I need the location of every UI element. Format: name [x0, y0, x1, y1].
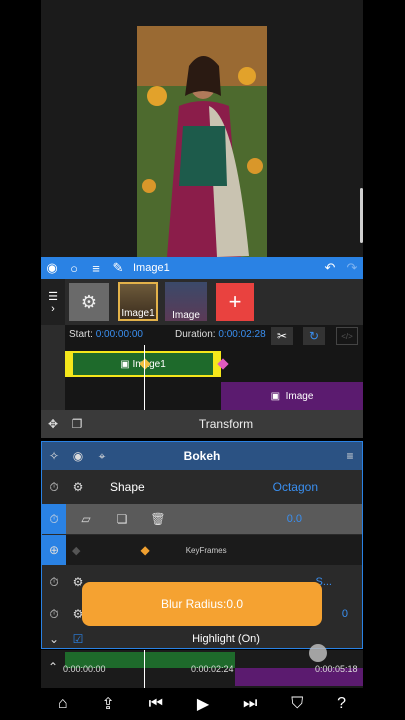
layer-menu-button[interactable]: ☰ ›	[41, 279, 65, 325]
highlight-label: Highlight (On)	[192, 633, 260, 645]
timeline[interactable]: Start: 0:00:00:00 Duration: 0:00:02:28 ✂…	[41, 325, 363, 410]
graph-icon[interactable]: ▱	[74, 512, 98, 526]
keyframes-label: KeyFrames	[185, 545, 227, 555]
clip-label: Image	[285, 390, 314, 402]
bookmark-icon[interactable]: ⛉	[291, 695, 303, 713]
split-button[interactable]: </>	[336, 327, 358, 345]
shape-value[interactable]: Octagon	[273, 480, 318, 494]
loop-icon: ↻	[308, 329, 320, 343]
duration-value[interactable]: 0:00:02:28	[218, 329, 265, 340]
overview-timeline[interactable]: ⌃ 0:00:00:00 0:00:02:24 0:00:05:18	[41, 644, 363, 688]
toast-text: Blur Radius:0.0	[160, 597, 244, 611]
project-title[interactable]: Image1	[133, 262, 170, 274]
gear-icon: ⚙	[72, 480, 84, 494]
settings-button[interactable]: ⚙	[69, 283, 109, 321]
keyframe-marker[interactable]: ◆	[140, 543, 149, 557]
add-keyframe-icon[interactable]: ⊕	[42, 535, 66, 565]
shape-label: Shape	[110, 480, 145, 494]
keyframe-toolbar: ⏱ ▱ ❏ 🗑 0.0	[42, 504, 362, 534]
stopwatch-icon[interactable]: ⏱	[42, 575, 66, 590]
clip-image[interactable]: ▣ Image	[221, 382, 363, 410]
preview-image[interactable]	[137, 26, 267, 257]
code-icon: </>	[341, 331, 353, 341]
keyframe-value[interactable]: 0.0	[287, 513, 302, 525]
diamond-icon: ◆	[72, 544, 81, 557]
effect-header: ✧ ◉ ⌖ Bokeh ≡	[42, 442, 362, 470]
chevron-up-icon[interactable]: ⌃	[41, 660, 65, 674]
add-layer-button[interactable]: +	[216, 283, 254, 321]
shape-row[interactable]: ⏱ ⚙ Shape Octagon	[42, 472, 362, 502]
stopwatch-icon[interactable]: ⏱	[42, 607, 66, 622]
export-icon[interactable]: ⇪	[101, 694, 114, 714]
time-label: 0:00:00:00	[63, 664, 106, 674]
chevron-down-icon[interactable]: ⌄	[42, 632, 66, 646]
cut-button[interactable]: ✂	[271, 327, 293, 345]
overview-playhead[interactable]	[144, 650, 145, 688]
preview-scrollbar[interactable]	[360, 188, 363, 243]
redo-icon[interactable]: ↷	[341, 257, 363, 279]
pencil-icon[interactable]: ✎	[107, 257, 129, 279]
checkbox-icon[interactable]: ☑	[66, 632, 90, 646]
stopwatch-icon[interactable]: ⏱	[42, 504, 66, 534]
scissors-icon: ✂	[276, 329, 288, 343]
layer-thumb-image1[interactable]: Image1	[118, 282, 158, 321]
duration-label: Duration:	[175, 329, 216, 340]
trash-icon[interactable]: 🗑	[146, 512, 170, 526]
bottom-nav: ⌂ ⇪ ⏮ ▶ ⏭ ⛉ ?	[41, 688, 363, 720]
layers-icon[interactable]: ❐	[65, 417, 89, 431]
timeline-left-strip	[41, 325, 65, 410]
keyframes-row[interactable]: ⊕ ◆ ◆ KeyFrames	[42, 535, 362, 565]
blur-radius-toast: Blur Radius:0.0	[82, 582, 322, 626]
move-icon[interactable]: ✥	[41, 417, 65, 431]
transform-bar[interactable]: ✥ ❐ Transform	[41, 410, 363, 438]
effect-title: Bokeh	[183, 449, 221, 463]
plus-icon: +	[228, 289, 242, 314]
transform-title: Transform	[198, 417, 254, 431]
time-label: 0:00:05:18	[315, 664, 358, 674]
help-icon[interactable]: ?	[337, 695, 346, 713]
playhead[interactable]	[144, 345, 145, 410]
start-label: Start:	[69, 329, 93, 340]
param-value[interactable]: 0	[342, 608, 348, 620]
copy-icon[interactable]: ❏	[110, 512, 134, 526]
duration-readout: Duration: 0:00:02:28	[175, 329, 266, 340]
start-value[interactable]: 0:00:00:00	[96, 329, 143, 340]
layer-row: ☰ › ⚙ Image1 Image +	[41, 279, 363, 325]
layer-thumb-image[interactable]: Image	[165, 282, 207, 321]
stopwatch-icon[interactable]: ⏱	[42, 480, 66, 495]
home-icon[interactable]: ⌂	[58, 695, 68, 713]
touch-indicator	[309, 644, 327, 662]
circle-icon[interactable]: ○	[63, 257, 85, 279]
list-icon: ☰	[48, 290, 58, 303]
start-readout: Start: 0:00:00:00	[69, 329, 143, 340]
play-icon[interactable]: ▶	[197, 694, 209, 714]
time-label: 0:00:02:24	[191, 664, 234, 674]
project-toolbar: ◉ ○ ≡ ✎ Image1 ↶ ↷	[41, 257, 363, 279]
menu-icon[interactable]: ≡	[85, 257, 107, 279]
chevron-right-icon: ›	[51, 302, 55, 315]
image-icon: ▣	[120, 358, 133, 370]
layer-thumb-label: Image	[172, 310, 200, 321]
image-icon: ▣	[270, 390, 286, 402]
gear-icon: ⚙	[80, 291, 98, 312]
layer-thumb-label: Image1	[121, 308, 155, 319]
undo-icon[interactable]: ↶	[319, 257, 341, 279]
eye-icon[interactable]: ◉	[41, 257, 63, 279]
next-frame-icon[interactable]: ⏭	[243, 695, 257, 713]
prev-frame-icon[interactable]: ⏮	[149, 695, 163, 713]
loop-button[interactable]: ↻	[303, 327, 325, 345]
